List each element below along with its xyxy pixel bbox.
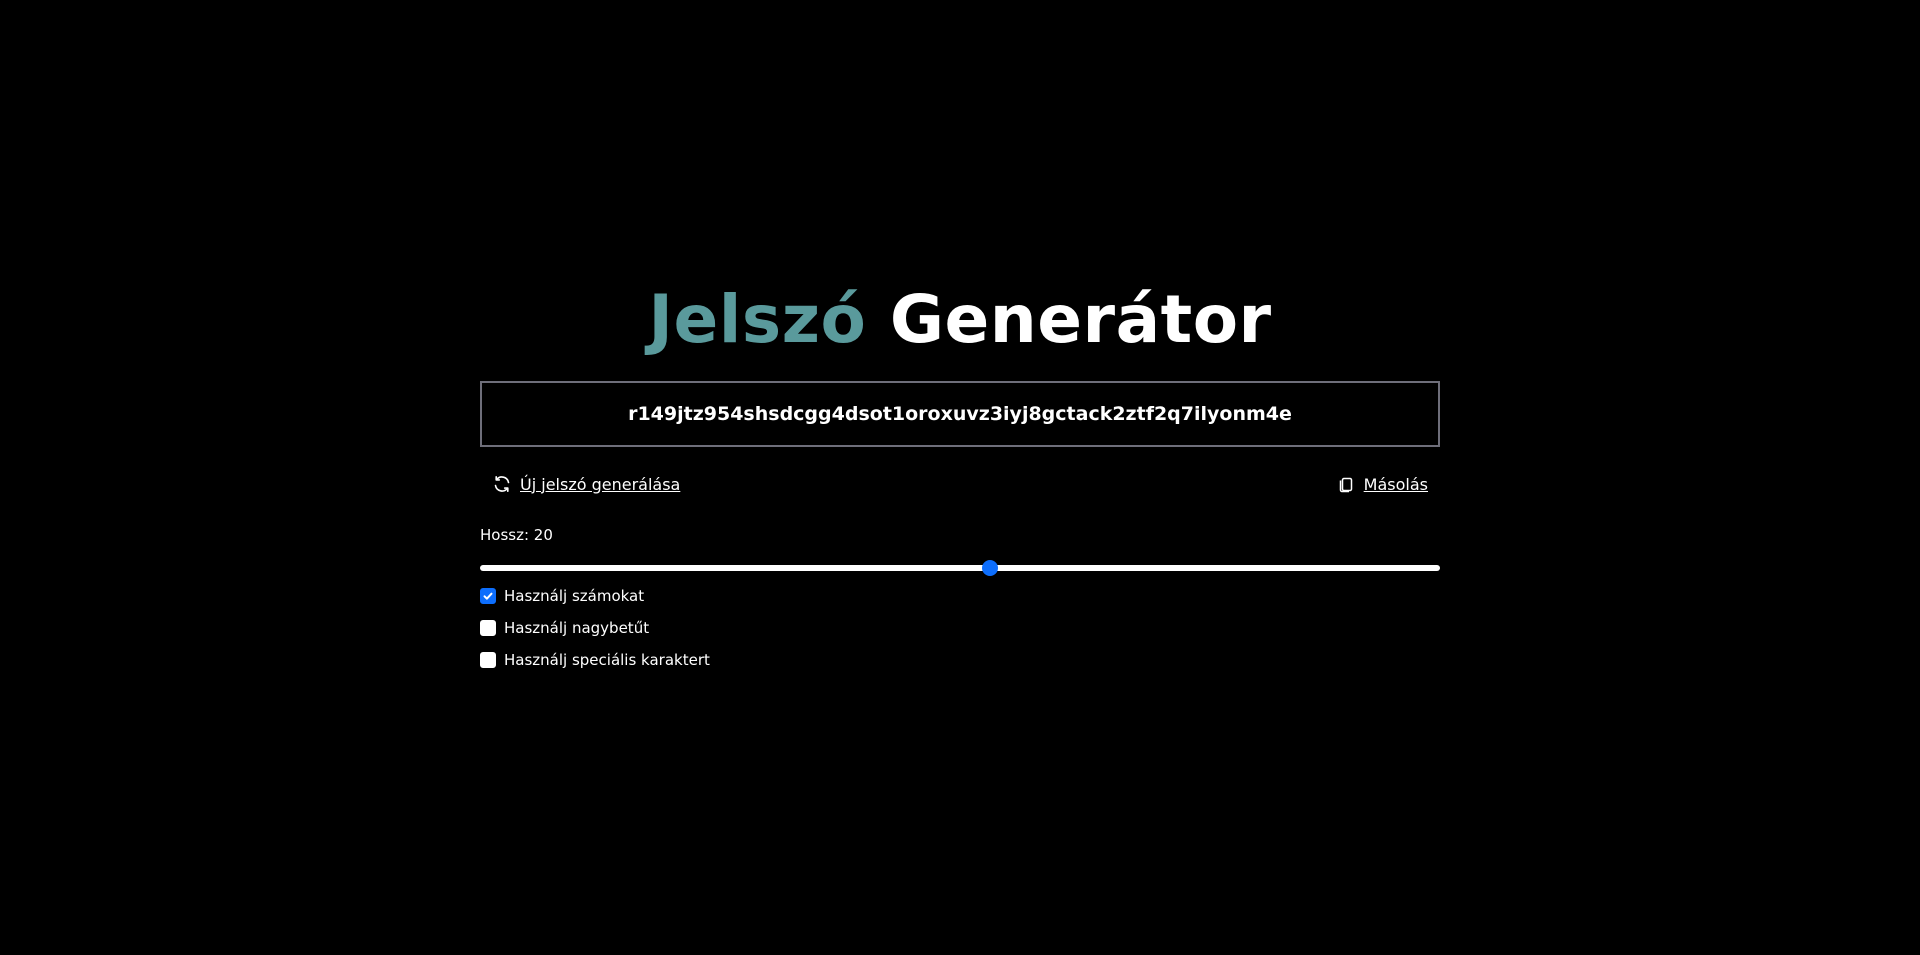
- option-special-chars[interactable]: Használj speciális karaktert: [480, 644, 1440, 676]
- password-display[interactable]: r149jtz954shsdcgg4dsot1oroxuvz3iyj8gctac…: [480, 381, 1440, 447]
- special-chars-label: Használj speciális karaktert: [504, 651, 710, 669]
- generate-password-button[interactable]: Új jelszó generálása: [492, 474, 680, 494]
- refresh-icon: [492, 474, 512, 494]
- generate-password-label: Új jelszó generálása: [520, 474, 681, 494]
- uppercase-checkbox[interactable]: [480, 620, 496, 636]
- copy-label: Másolás: [1363, 474, 1428, 494]
- slider-track[interactable]: [480, 565, 1440, 571]
- page-title: Jelszó Generátor: [480, 272, 1440, 368]
- page: Jelszó Generátor r149jtz954shsdcgg4dsot1…: [0, 0, 1920, 955]
- length-label: Hossz: 20: [480, 526, 553, 544]
- copy-button[interactable]: Másolás: [1336, 474, 1428, 494]
- title-rest: Generátor: [889, 281, 1272, 358]
- uppercase-label: Használj nagybetűt: [504, 619, 650, 637]
- action-bar: Új jelszó generálása Másolás: [480, 472, 1440, 496]
- generator-container: Jelszó Generátor r149jtz954shsdcgg4dsot1…: [480, 272, 1440, 676]
- option-numbers[interactable]: Használj számokat: [480, 580, 1440, 612]
- numbers-label: Használj számokat: [504, 587, 645, 605]
- slider-thumb[interactable]: [981, 560, 998, 576]
- length-slider[interactable]: [480, 560, 1440, 576]
- special-chars-checkbox[interactable]: [480, 652, 496, 668]
- option-uppercase[interactable]: Használj nagybetűt: [480, 612, 1440, 644]
- numbers-checkbox[interactable]: [480, 588, 496, 604]
- title-accent: Jelszó: [648, 281, 867, 358]
- copy-icon: [1336, 474, 1356, 494]
- options-list: Használj számokat Használj nagybetűt Has…: [480, 580, 1440, 676]
